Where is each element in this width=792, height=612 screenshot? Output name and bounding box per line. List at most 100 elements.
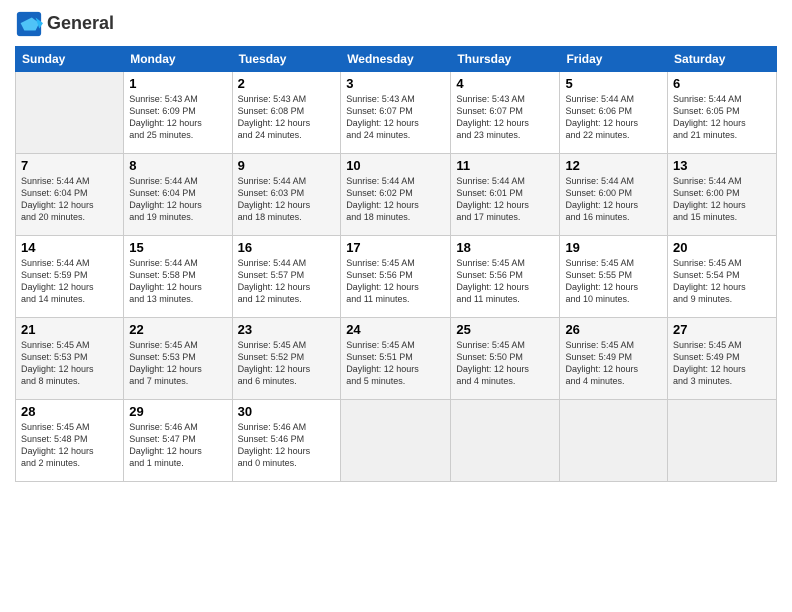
calendar-header-row: SundayMondayTuesdayWednesdayThursdayFrid… [16,47,777,72]
day-number: 24 [346,322,445,337]
day-info: Sunrise: 5:44 AMSunset: 6:04 PMDaylight:… [129,175,226,224]
day-number: 8 [129,158,226,173]
day-number: 9 [238,158,336,173]
day-number: 17 [346,240,445,255]
day-number: 4 [456,76,554,91]
calendar-week-row: 21 Sunrise: 5:45 AMSunset: 5:53 PMDayligh… [16,318,777,400]
calendar-cell: 5Sunrise: 5:44 AMSunset: 6:06 PMDaylight… [560,72,668,154]
calendar-cell: 29 Sunrise: 5:46 AMSunset: 5:47 PMDayligh… [124,400,232,482]
day-info: Sunrise: 5:44 AMSunset: 6:03 PMDaylight:… [238,175,336,224]
calendar-cell [341,400,451,482]
day-number: 28 [21,404,118,419]
day-info: Sunrise: 5:44 AMSunset: 6:02 PMDaylight:… [346,175,445,224]
day-info: Sunrise: 5:45 AMSunset: 5:56 PMDaylight:… [456,257,554,306]
calendar-cell: 28 Sunrise: 5:45 AMSunset: 5:48 PMDayligh… [16,400,124,482]
calendar-cell: 6 Sunrise: 5:44 AMSunset: 6:05 PMDaylight… [668,72,777,154]
weekday-header-sunday: Sunday [16,47,124,72]
day-number: 7 [21,158,118,173]
calendar-body: 1 Sunrise: 5:43 AMSunset: 6:09 PMDaylight… [16,72,777,482]
day-info: Sunrise: 5:45 AMSunset: 5:53 PMDaylight:… [129,339,226,388]
day-number: 30 [238,404,336,419]
weekday-header-tuesday: Tuesday [232,47,341,72]
day-number: 20 [673,240,771,255]
calendar-cell: 14 Sunrise: 5:44 AMSunset: 5:59 PMDayligh… [16,236,124,318]
calendar-cell: 11Sunrise: 5:44 AMSunset: 6:01 PMDayligh… [451,154,560,236]
day-info: Sunrise: 5:45 AMSunset: 5:48 PMDaylight:… [21,421,118,470]
calendar-cell: 20 Sunrise: 5:45 AMSunset: 5:54 PMDayligh… [668,236,777,318]
day-number: 21 [21,322,118,337]
day-number: 16 [238,240,336,255]
day-number: 25 [456,322,554,337]
calendar-cell: 9 Sunrise: 5:44 AMSunset: 6:03 PMDaylight… [232,154,341,236]
calendar-cell: 27 Sunrise: 5:45 AMSunset: 5:49 PMDayligh… [668,318,777,400]
calendar-cell [16,72,124,154]
day-number: 3 [346,76,445,91]
day-number: 11 [456,158,554,173]
header: General [15,10,777,38]
calendar-cell [668,400,777,482]
weekday-header-friday: Friday [560,47,668,72]
weekday-header-thursday: Thursday [451,47,560,72]
calendar-week-row: 14 Sunrise: 5:44 AMSunset: 5:59 PMDayligh… [16,236,777,318]
day-info: Sunrise: 5:46 AMSunset: 5:47 PMDaylight:… [129,421,226,470]
day-info: Sunrise: 5:44 AMSunset: 5:59 PMDaylight:… [21,257,118,306]
calendar-cell: 2 Sunrise: 5:43 AMSunset: 6:08 PMDaylight… [232,72,341,154]
calendar-cell: 12 Sunrise: 5:44 AMSunset: 6:00 PMDayligh… [560,154,668,236]
day-info: Sunrise: 5:45 AMSunset: 5:51 PMDaylight:… [346,339,445,388]
day-info: Sunrise: 5:44 AMSunset: 6:00 PMDaylight:… [673,175,771,224]
day-number: 23 [238,322,336,337]
calendar-week-row: 7 Sunrise: 5:44 AMSunset: 6:04 PMDaylight… [16,154,777,236]
day-number: 18 [456,240,554,255]
calendar-cell: 22 Sunrise: 5:45 AMSunset: 5:53 PMDayligh… [124,318,232,400]
day-number: 14 [21,240,118,255]
day-info: Sunrise: 5:43 AMSunset: 6:08 PMDaylight:… [238,93,336,142]
calendar-cell: 21 Sunrise: 5:45 AMSunset: 5:53 PMDayligh… [16,318,124,400]
day-info: Sunrise: 5:44 AMSunset: 6:05 PMDaylight:… [673,93,771,142]
day-info: Sunrise: 5:45 AMSunset: 5:53 PMDaylight:… [21,339,118,388]
calendar-cell [451,400,560,482]
day-number: 12 [565,158,662,173]
day-info: Sunrise: 5:45 AMSunset: 5:54 PMDaylight:… [673,257,771,306]
calendar-cell: 4 Sunrise: 5:43 AMSunset: 6:07 PMDaylight… [451,72,560,154]
day-info: Sunrise: 5:45 AMSunset: 5:56 PMDaylight:… [346,257,445,306]
calendar-cell: 26Sunrise: 5:45 AMSunset: 5:49 PMDayligh… [560,318,668,400]
day-number: 27 [673,322,771,337]
calendar-cell: 10 Sunrise: 5:44 AMSunset: 6:02 PMDayligh… [341,154,451,236]
calendar-cell: 24 Sunrise: 5:45 AMSunset: 5:51 PMDayligh… [341,318,451,400]
day-number: 6 [673,76,771,91]
calendar-cell: 18 Sunrise: 5:45 AMSunset: 5:56 PMDayligh… [451,236,560,318]
day-info: Sunrise: 5:43 AMSunset: 6:09 PMDaylight:… [129,93,226,142]
day-number: 29 [129,404,226,419]
day-info: Sunrise: 5:45 AMSunset: 5:55 PMDaylight:… [565,257,662,306]
calendar-cell: 16 Sunrise: 5:44 AMSunset: 5:57 PMDayligh… [232,236,341,318]
day-info: Sunrise: 5:44 AMSunset: 5:58 PMDaylight:… [129,257,226,306]
logo-text: General [47,14,114,34]
calendar-cell: 8 Sunrise: 5:44 AMSunset: 6:04 PMDaylight… [124,154,232,236]
day-info: Sunrise: 5:43 AMSunset: 6:07 PMDaylight:… [456,93,554,142]
calendar-cell: 25 Sunrise: 5:45 AMSunset: 5:50 PMDayligh… [451,318,560,400]
logo-icon [15,10,43,38]
day-number: 22 [129,322,226,337]
day-info: Sunrise: 5:45 AMSunset: 5:50 PMDaylight:… [456,339,554,388]
day-number: 15 [129,240,226,255]
day-number: 2 [238,76,336,91]
day-number: 1 [129,76,226,91]
day-info: Sunrise: 5:45 AMSunset: 5:52 PMDaylight:… [238,339,336,388]
day-info: Sunrise: 5:44 AMSunset: 6:06 PMDaylight:… [565,93,662,142]
page: General SundayMondayTuesdayWednesdayThur… [0,0,792,612]
calendar-cell: 30Sunrise: 5:46 AMSunset: 5:46 PMDayligh… [232,400,341,482]
calendar-cell: 13 Sunrise: 5:44 AMSunset: 6:00 PMDayligh… [668,154,777,236]
calendar-cell: 7 Sunrise: 5:44 AMSunset: 6:04 PMDaylight… [16,154,124,236]
calendar-cell: 19 Sunrise: 5:45 AMSunset: 5:55 PMDayligh… [560,236,668,318]
day-info: Sunrise: 5:45 AMSunset: 5:49 PMDaylight:… [673,339,771,388]
day-info: Sunrise: 5:44 AMSunset: 6:04 PMDaylight:… [21,175,118,224]
calendar-week-row: 1 Sunrise: 5:43 AMSunset: 6:09 PMDaylight… [16,72,777,154]
day-number: 19 [565,240,662,255]
day-number: 10 [346,158,445,173]
calendar-cell: 15 Sunrise: 5:44 AMSunset: 5:58 PMDayligh… [124,236,232,318]
day-info: Sunrise: 5:44 AMSunset: 5:57 PMDaylight:… [238,257,336,306]
day-info: Sunrise: 5:45 AMSunset: 5:49 PMDaylight:… [565,339,662,388]
day-info: Sunrise: 5:44 AMSunset: 6:00 PMDaylight:… [565,175,662,224]
day-number: 13 [673,158,771,173]
day-info: Sunrise: 5:43 AMSunset: 6:07 PMDaylight:… [346,93,445,142]
